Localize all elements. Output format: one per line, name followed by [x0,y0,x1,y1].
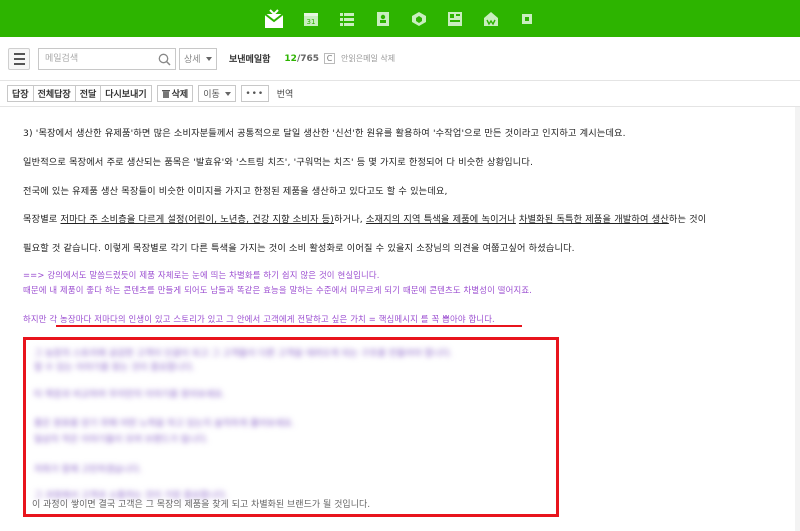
delete-label: 삭제 [171,90,189,100]
highlight-box: 그 농장의 스토리에 공감한 고객이 단골이 되고 그 고객들이 다른 고객을 … [23,337,559,517]
body-paragraph: 3) '목장에서 생산한 유제품'하면 많은 소비자분들께서 공통적으로 달일 … [23,128,626,139]
body-paragraph: 필요할 것 같습니다. 이렇게 목장별로 각기 다른 특색을 가지는 것이 소비… [23,243,575,254]
reply-all-button[interactable]: 전체답장 [32,85,76,102]
drive-icon[interactable] [401,0,437,37]
comment-line: 때문에 내 제품이 좋다 하는 콘텐츠를 만들게 되어도 남들과 똑같은 효능을… [23,285,533,295]
contacts-icon[interactable] [365,0,401,37]
scrollbar[interactable] [795,107,800,531]
cafe-icon[interactable] [473,0,509,37]
mail-icon[interactable] [255,0,293,37]
blurred-line: 좋은 원유를 얻기 위해 어떤 노력을 하고 있는지 솔직하게 풀어보세요. [34,419,295,429]
list-icon[interactable] [329,0,365,37]
menu-icon[interactable] [8,47,30,70]
app-bar: 31 [0,0,800,37]
memo-icon[interactable] [437,0,473,37]
move-dropdown[interactable]: 이동 [198,85,236,102]
comment-line: 하지만 각 농장마다 저마다의 인생이 있고 스토리가 있고 그 안에서 고객에… [23,314,495,324]
body-paragraph: 전국에 있는 유제품 생산 목장들이 비슷한 이미지를 가지고 한정된 제품을 … [23,186,448,197]
svg-text:31: 31 [307,18,316,26]
search-box [38,47,176,70]
detail-search-label: 상세 [184,55,201,65]
blurred-line: 일상의 작은 이야기들이 모여 브랜드가 됩니다. [34,435,209,445]
blurred-line: 타 목장과 비교하여 우리만의 이야기를 찾아보세요. [34,390,226,400]
more-app-icon[interactable] [509,0,545,37]
forward-button[interactable]: 전달 [74,85,102,102]
search-icon[interactable] [158,53,171,66]
total-count: /765 [296,53,320,64]
unread-count[interactable]: 12 [284,54,297,64]
reply-button[interactable]: 답장 [7,85,34,102]
more-button[interactable]: ••• [240,85,269,102]
highlight-underline [56,325,522,327]
mail-count: 12/765 [284,54,319,64]
trash-icon [161,90,170,98]
folder-title: 보낸메일함 [229,55,271,65]
search-input[interactable] [39,48,157,69]
translate-button[interactable]: 번역 [277,87,294,100]
comment-line: ==> 강의에서도 말씀드렸듯이 제품 자체로는 눈에 띄는 차별화를 하기 쉽… [23,270,380,280]
chevron-down-icon [224,91,231,96]
delete-unread-link[interactable]: 안읽은메일 삭제 [341,53,395,64]
blurred-line: 할 수 있는 이야기를 찾는 것이 중요합니다. [34,363,195,373]
last-line: 이 과정이 쌓이면 결국 고객은 그 목장의 제품을 찾게 되고 차별화된 브랜… [32,500,371,510]
blurred-line: 저희가 함께 고민하겠습니다. [34,465,142,475]
move-label: 이동 [203,90,220,100]
refresh-icon[interactable]: C [324,53,336,64]
detail-search-dropdown[interactable]: 상세 [179,47,217,70]
blurred-line: 그 농장의 스토리에 공감한 고객이 단골이 되고 그 고객들이 다른 고객을 … [34,349,453,359]
delete-button[interactable]: 삭제 [156,85,194,102]
search-row: 상세 보낸메일함 12/765 C 안읽은메일 삭제 [0,37,800,81]
resend-button[interactable]: 다시보내기 [100,85,152,102]
body-paragraph: 목장별로 저마다 주 소비층을 다르게 설정(어린이, 노년층, 건강 지향 소… [23,214,707,225]
mail-toolbar: 답장 전체답장 전달 다시보내기 삭제 이동 ••• 번역 [0,81,800,107]
body-paragraph: 일반적으로 목장에서 주로 생산되는 품목은 '발효유'와 '스트링 치즈', … [23,157,534,168]
chevron-down-icon [206,56,212,61]
calendar-icon[interactable]: 31 [293,0,329,37]
